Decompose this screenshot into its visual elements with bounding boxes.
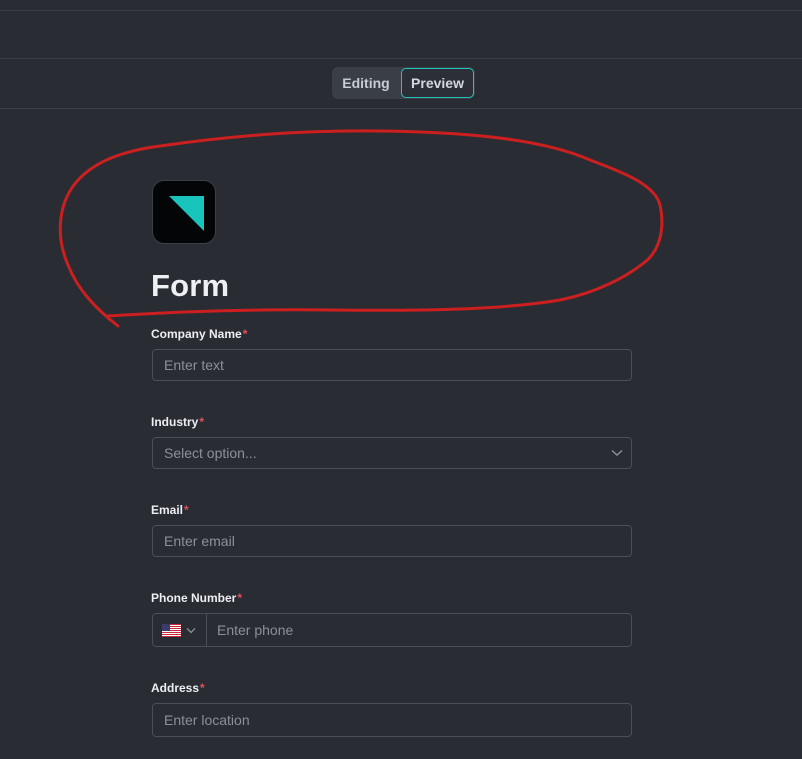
required-marker: * [242,327,248,341]
logo-icon [169,196,204,231]
us-flag-icon [162,624,181,637]
country-code-select[interactable] [153,614,207,646]
email-label: Email* [151,503,189,517]
preview-tab[interactable]: Preview [401,68,474,98]
company-name-input[interactable] [152,349,632,381]
form-builder-page: Editing Preview Form Company Name* Indus… [0,0,802,759]
required-marker: * [237,591,243,605]
mode-toggle: Editing Preview [332,67,475,99]
chevron-down-icon [611,449,623,456]
company-name-label: Company Name* [151,327,247,341]
required-marker: * [200,681,205,695]
required-marker: * [184,503,189,517]
company-name-label-text: Company Name [151,327,242,341]
required-marker: * [199,415,205,429]
phone-label: Phone Number* [151,591,242,605]
form-title: Form [151,268,230,303]
industry-select-placeholder: Select option... [164,445,257,461]
phone-input[interactable] [207,614,629,646]
phone-field [152,613,632,647]
address-label: Address* [151,681,205,695]
form-logo [152,180,216,244]
editing-tab[interactable]: Editing [332,67,400,99]
top-divider [0,10,802,11]
industry-label-text: Industry [151,415,199,429]
address-input[interactable] [152,703,632,737]
industry-label: Industry* [151,415,204,429]
mode-toolbar: Editing Preview [0,58,802,109]
phone-label-text: Phone Number [151,591,237,605]
email-label-text: Email [151,503,184,517]
industry-select[interactable]: Select option... [152,437,632,469]
email-input[interactable] [152,525,632,557]
chevron-down-icon [186,628,196,634]
address-label-text: Address [151,681,200,695]
